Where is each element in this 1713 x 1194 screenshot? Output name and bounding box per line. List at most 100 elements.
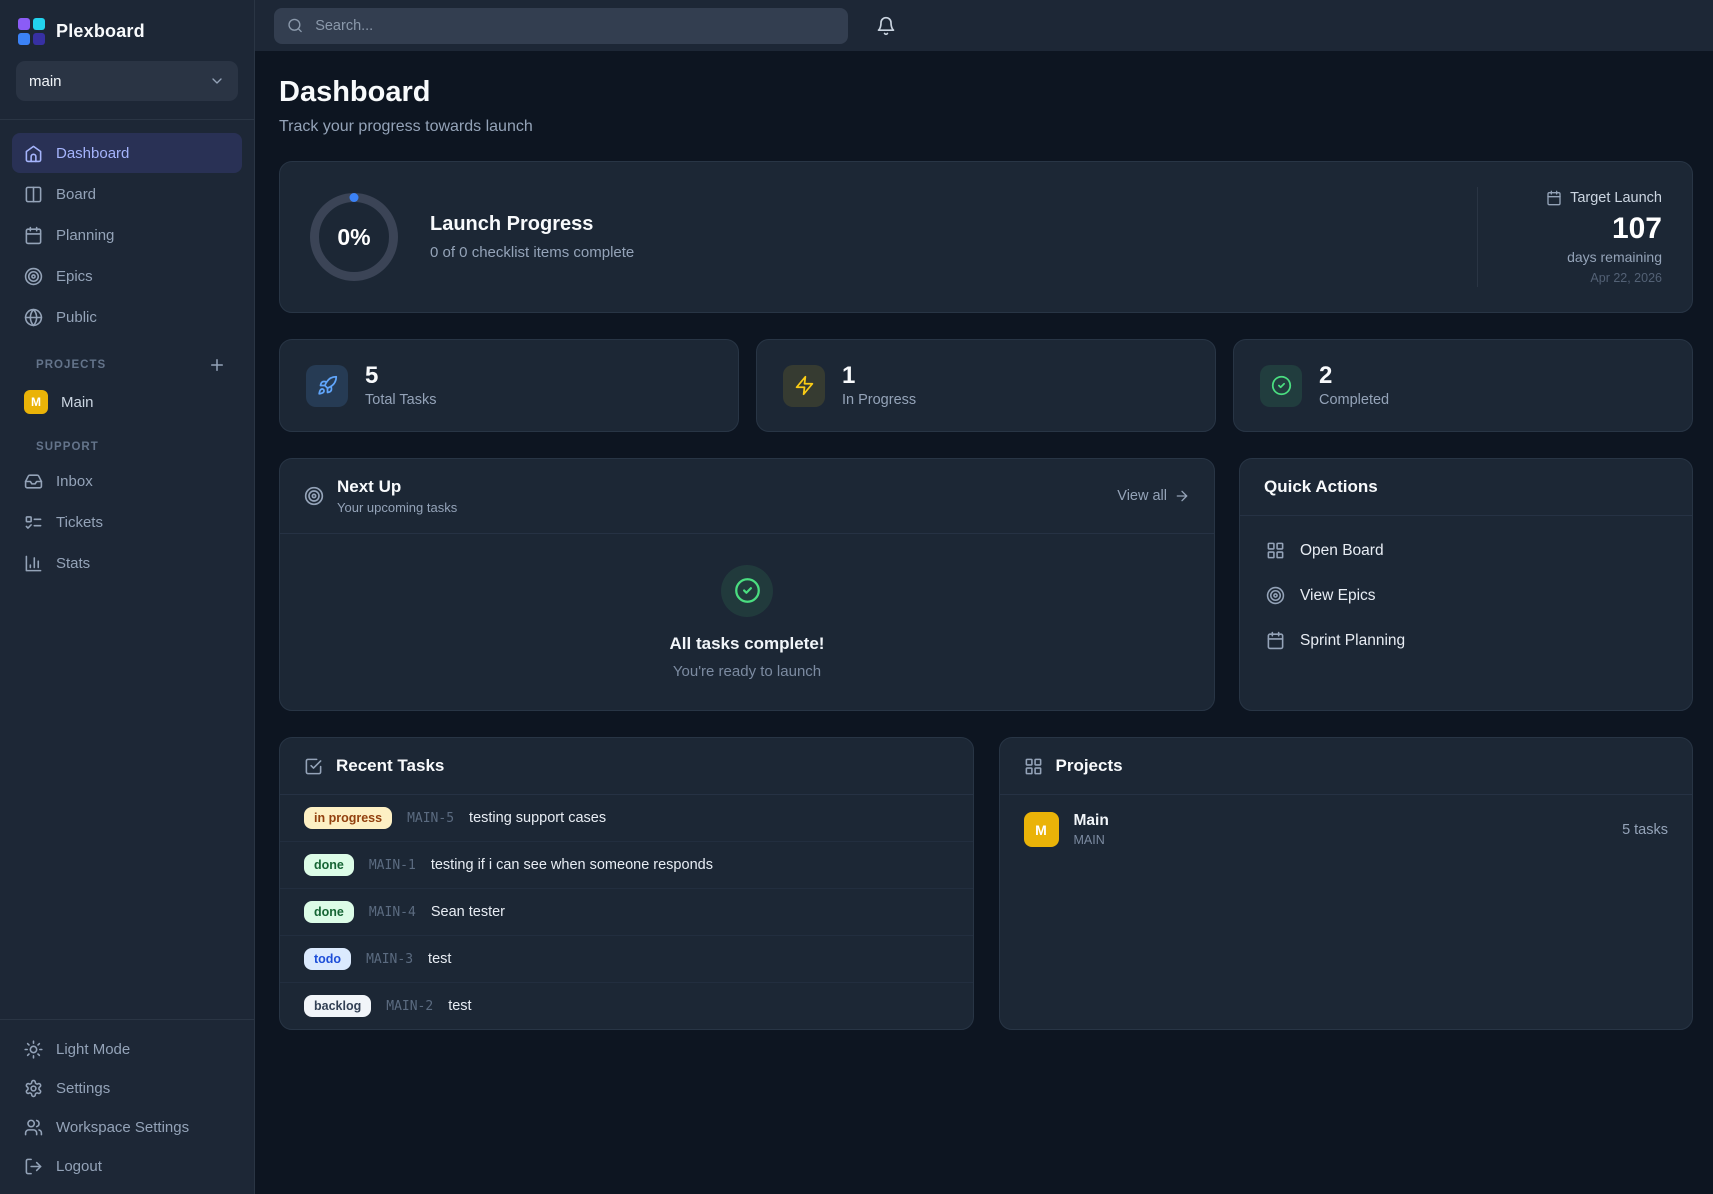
task-title: test	[448, 998, 471, 1014]
sidebar-item-public[interactable]: Public	[12, 297, 242, 337]
status-badge: todo	[304, 948, 351, 970]
sidebar-item-label: Light Mode	[56, 1041, 130, 1058]
search-input[interactable]	[313, 17, 835, 35]
task-row[interactable]: done MAIN-1 testing if i can see when so…	[280, 842, 973, 889]
quick-actions-title: Quick Actions	[1264, 477, 1378, 497]
gear-icon	[24, 1079, 43, 1098]
next-up-empty-state: All tasks complete! You're ready to laun…	[280, 534, 1214, 710]
add-project-button[interactable]	[208, 356, 226, 374]
target-icon	[304, 486, 324, 506]
vertical-divider	[1477, 187, 1478, 287]
quick-actions-card: Quick Actions Open Board View Epics Spri…	[1239, 458, 1693, 711]
bell-icon	[876, 16, 896, 36]
recent-tasks-list: in progress MAIN-5 testing support cases…	[280, 795, 973, 1029]
mid-row: Next Up Your upcoming tasks View all All…	[279, 458, 1693, 711]
sidebar-project-main[interactable]: M Main	[12, 382, 242, 422]
sidebar-item-epics[interactable]: Epics	[12, 256, 242, 296]
sidebar-item-label: Inbox	[56, 473, 93, 490]
quick-action-label: Sprint Planning	[1300, 632, 1405, 650]
sidebar: Plexboard main Dashboard Board Planning …	[0, 0, 255, 1194]
workspace-settings-button[interactable]: Workspace Settings	[12, 1108, 242, 1146]
target-icon	[1266, 586, 1285, 605]
sidebar-item-label: Settings	[56, 1080, 110, 1097]
stat-card-completed: 2 Completed	[1233, 339, 1693, 432]
task-row[interactable]: backlog MAIN-2 test	[280, 983, 973, 1029]
target-launch-block: Target Launch 107 days remaining Apr 22,…	[1512, 190, 1662, 285]
notifications-button[interactable]	[876, 16, 896, 36]
view-all-link[interactable]: View all	[1117, 488, 1190, 504]
project-avatar: M	[1024, 812, 1059, 847]
light-mode-toggle[interactable]: Light Mode	[12, 1030, 242, 1068]
stat-label: Total Tasks	[365, 392, 436, 408]
stats-row: 5 Total Tasks 1 In Progress 2	[279, 339, 1693, 432]
task-key: MAIN-3	[366, 952, 413, 967]
ready-to-launch-subtitle: You're ready to launch	[673, 663, 821, 680]
status-badge: done	[304, 854, 354, 876]
launch-subtitle: 0 of 0 checklist items complete	[430, 244, 634, 261]
recent-tasks-title: Recent Tasks	[336, 756, 444, 776]
sun-icon	[24, 1040, 43, 1059]
workspace-selector[interactable]: main	[16, 61, 238, 101]
columns-icon	[24, 185, 43, 204]
task-title: test	[428, 951, 451, 967]
logout-button[interactable]: Logout	[12, 1147, 242, 1185]
plexboard-logo-icon	[18, 18, 45, 45]
quick-action-sprint-planning[interactable]: Sprint Planning	[1252, 618, 1680, 663]
chevron-down-icon	[209, 73, 225, 89]
stat-value: 1	[842, 363, 916, 388]
task-row[interactable]: done MAIN-4 Sean tester	[280, 889, 973, 936]
all-tasks-complete-title: All tasks complete!	[670, 634, 825, 654]
sidebar-item-label: Planning	[56, 227, 114, 244]
projects-section-header: PROJECTS	[12, 338, 242, 382]
search-box[interactable]	[274, 8, 848, 44]
stat-label: In Progress	[842, 392, 916, 408]
globe-icon	[24, 308, 43, 327]
sidebar-item-board[interactable]: Board	[12, 174, 242, 214]
status-badge: in progress	[304, 807, 392, 829]
quick-action-view-epics[interactable]: View Epics	[1252, 573, 1680, 618]
launch-progress-card: 0% Launch Progress 0 of 0 checklist item…	[279, 161, 1693, 313]
task-key: MAIN-4	[369, 905, 416, 920]
success-check-icon	[721, 565, 773, 617]
calendar-icon	[24, 226, 43, 245]
check-square-icon	[304, 757, 323, 776]
bar-chart-icon	[24, 554, 43, 573]
arrow-right-icon	[1174, 488, 1190, 504]
days-remaining-value: 107	[1512, 212, 1662, 246]
grid-icon	[1266, 541, 1285, 560]
launch-progress-ring: 0%	[310, 193, 398, 281]
target-launch-label: Target Launch	[1570, 190, 1662, 206]
users-icon	[24, 1118, 43, 1137]
sidebar-item-planning[interactable]: Planning	[12, 215, 242, 255]
sidebar-item-inbox[interactable]: Inbox	[12, 461, 242, 501]
sidebar-item-label: Tickets	[56, 514, 103, 531]
support-section-label: SUPPORT	[36, 441, 99, 453]
sidebar-item-dashboard[interactable]: Dashboard	[12, 133, 242, 173]
days-remaining-label: days remaining	[1512, 249, 1662, 265]
stat-value: 5	[365, 363, 436, 388]
project-row-main[interactable]: M Main MAIN 5 tasks	[1000, 795, 1693, 864]
quick-action-open-board[interactable]: Open Board	[1252, 528, 1680, 573]
page-title: Dashboard	[279, 76, 1693, 109]
project-task-count: 5 tasks	[1622, 822, 1668, 838]
sidebar-item-tickets[interactable]: Tickets	[12, 502, 242, 542]
stat-label: Completed	[1319, 392, 1389, 408]
quick-action-label: View Epics	[1300, 587, 1376, 605]
project-key: MAIN	[1074, 833, 1109, 847]
page-subtitle: Track your progress towards launch	[279, 118, 1693, 136]
sidebar-item-label: Dashboard	[56, 145, 129, 162]
stat-card-total-tasks: 5 Total Tasks	[279, 339, 739, 432]
task-key: MAIN-1	[369, 858, 416, 873]
task-row[interactable]: in progress MAIN-5 testing support cases	[280, 795, 973, 842]
workspace-name: main	[29, 73, 62, 90]
sidebar-item-label: Workspace Settings	[56, 1119, 189, 1136]
stat-card-in-progress: 1 In Progress	[756, 339, 1216, 432]
sidebar-item-stats[interactable]: Stats	[12, 543, 242, 583]
task-row[interactable]: todo MAIN-3 test	[280, 936, 973, 983]
settings-button[interactable]: Settings	[12, 1069, 242, 1107]
search-icon	[287, 17, 303, 34]
app-logo: Plexboard	[16, 16, 238, 61]
dashboard-content: Dashboard Track your progress towards la…	[255, 51, 1713, 1194]
launch-title: Launch Progress	[430, 213, 634, 236]
projects-card: Projects M Main MAIN 5 tasks	[999, 737, 1694, 1030]
